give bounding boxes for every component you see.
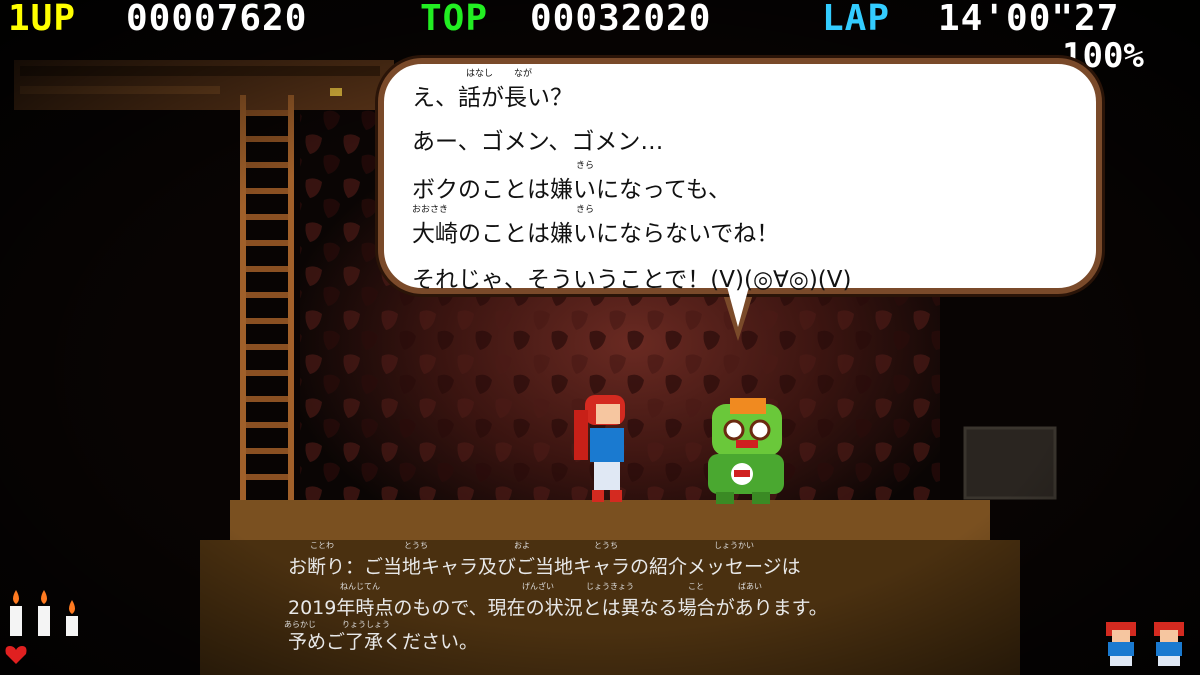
heart-icon [5, 646, 27, 664]
candle-icon [38, 590, 50, 636]
candle-icon [66, 600, 78, 636]
life-icon [1106, 622, 1136, 666]
life-icon [1154, 622, 1184, 666]
candle-icon [10, 590, 22, 636]
game-screen: 1UP 00007620 TOP 00032020 LAP 14'00"27 1… [0, 0, 1200, 675]
status-icons [5, 590, 1184, 666]
